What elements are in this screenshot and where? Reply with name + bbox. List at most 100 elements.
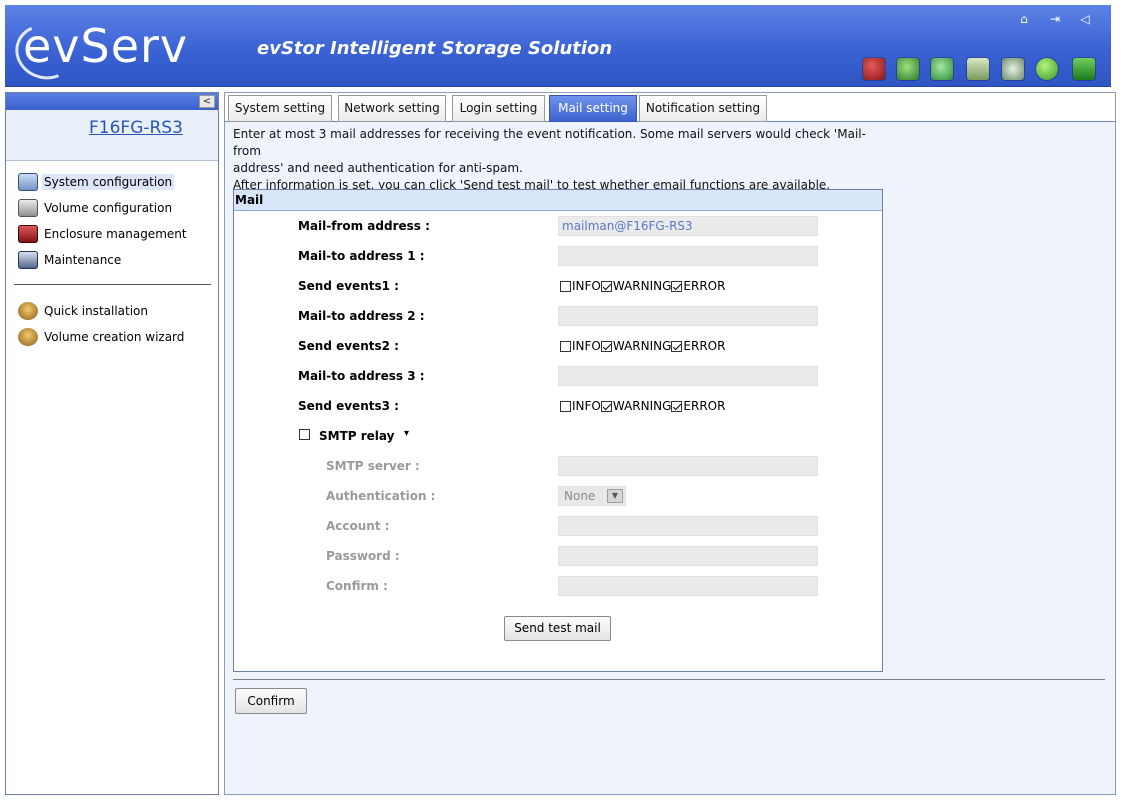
mail-section-title: Mail: [234, 190, 882, 211]
enclosure-icon: [18, 225, 38, 243]
sidebar-header: <: [6, 93, 218, 110]
intro-line-2: address' and need authentication for ant…: [233, 161, 523, 175]
maintenance-icon: [18, 251, 38, 269]
events-2-info-label: INFO: [572, 339, 601, 353]
recycle-icon[interactable]: [931, 58, 953, 80]
send-events-2-options: INFO WARNING ERROR: [560, 339, 725, 353]
disk-icon[interactable]: [967, 58, 989, 80]
mail-to-1-field[interactable]: [558, 246, 818, 266]
mail-from-field[interactable]: [558, 216, 818, 236]
send-test-mail-button[interactable]: Send test mail: [504, 616, 611, 641]
app-header: evServ evStor Intelligent Storage Soluti…: [5, 5, 1111, 88]
sidebar-item-label: Volume creation wizard: [44, 330, 185, 344]
sidebar-item-volume-creation-wizard[interactable]: Volume creation wizard: [18, 327, 186, 347]
events-2-info-checkbox[interactable]: [560, 340, 571, 352]
password-field[interactable]: [558, 546, 818, 566]
events-2-warning-label: WARNING: [612, 339, 672, 353]
volume-config-icon: [18, 199, 38, 217]
sidebar-item-label: Maintenance: [44, 253, 122, 267]
events-1-info-label: INFO: [572, 279, 601, 293]
fan-icon[interactable]: [1002, 58, 1024, 80]
quick-install-icon: [18, 302, 38, 320]
sidebar-item-label: Quick installation: [44, 304, 149, 318]
sidebar-item-label: System configuration: [42, 174, 175, 190]
sidebar-item-volume-configuration[interactable]: Volume configuration: [18, 198, 174, 218]
wizard-icon: [18, 328, 38, 346]
events-3-error-checkbox[interactable]: [671, 400, 683, 412]
send-events-2-label: Send events2 :: [298, 339, 399, 353]
device-box: F16FG-RS3: [6, 110, 218, 161]
sidebar-item-enclosure-management[interactable]: Enclosure management: [18, 224, 189, 244]
sidebar-item-label: Enclosure management: [44, 227, 187, 241]
smtp-relay-expand-icon[interactable]: ▾: [404, 428, 409, 439]
events-3-warning-checkbox[interactable]: [600, 400, 612, 412]
sound-icon[interactable]: ◁: [1078, 12, 1092, 26]
tab-system-setting[interactable]: System setting: [228, 95, 332, 122]
mail-section: Mail Mail-from address : Mail-to address…: [233, 189, 883, 672]
intro-line-1: Enter at most 3 mail addresses for recei…: [233, 127, 866, 158]
sidebar: < F16FG-RS3 System configuration Volume …: [5, 92, 219, 795]
sidebar-item-label: Volume configuration: [44, 201, 173, 215]
logout-icon[interactable]: ⇥: [1048, 12, 1062, 26]
intro-text: Enter at most 3 mail addresses for recei…: [233, 126, 873, 194]
events-3-info-checkbox[interactable]: [560, 400, 571, 412]
mail-to-2-label: Mail-to address 2 :: [298, 309, 425, 323]
events-2-warning-checkbox[interactable]: [600, 340, 612, 352]
events-1-warning-label: WARNING: [612, 279, 672, 293]
events-1-error-checkbox[interactable]: [671, 280, 683, 292]
account-label: Account :: [326, 519, 390, 533]
send-events-3-options: INFO WARNING ERROR: [560, 399, 725, 413]
device-name-link[interactable]: F16FG-RS3: [89, 118, 183, 138]
events-2-error-checkbox[interactable]: [671, 340, 683, 352]
home-icon[interactable]: ⌂: [1017, 12, 1031, 26]
smtp-server-label: SMTP server :: [326, 459, 420, 473]
confirm-button[interactable]: Confirm: [235, 688, 307, 714]
confirm-password-label: Confirm :: [326, 579, 388, 593]
authentication-value: None: [564, 489, 596, 503]
mail-to-1-label: Mail-to address 1 :: [298, 249, 425, 263]
send-events-1-label: Send events1 :: [298, 279, 399, 293]
mail-to-3-label: Mail-to address 3 :: [298, 369, 425, 383]
storage-warning-icon[interactable]: [863, 58, 885, 80]
account-field[interactable]: [558, 516, 818, 536]
divider-line: [233, 679, 1105, 680]
authentication-select[interactable]: None ▼: [558, 486, 626, 506]
tab-notification-setting[interactable]: Notification setting: [639, 95, 767, 122]
tab-login-setting[interactable]: Login setting: [452, 95, 545, 122]
smtp-relay-checkbox[interactable]: [299, 429, 310, 440]
sidebar-item-system-configuration[interactable]: System configuration: [18, 172, 175, 192]
confirm-password-field[interactable]: [558, 576, 818, 596]
mail-to-2-field[interactable]: [558, 306, 818, 326]
system-config-icon: [18, 173, 38, 191]
events-1-error-label: ERROR: [683, 279, 726, 293]
send-events-3-label: Send events3 :: [298, 399, 399, 413]
mail-from-label: Mail-from address :: [298, 219, 430, 233]
smtp-server-field[interactable]: [558, 456, 818, 476]
logo-text: evServ: [23, 19, 189, 73]
power-icon[interactable]: [1036, 58, 1058, 80]
smtp-relay-label: SMTP relay: [319, 429, 395, 443]
tab-mail-setting[interactable]: Mail setting: [549, 95, 637, 122]
app-title: evStor Intelligent Storage Solution: [257, 38, 613, 59]
main-panel: System setting Network setting Login set…: [224, 92, 1116, 795]
events-1-info-checkbox[interactable]: [560, 280, 571, 292]
evserv-logo: evServ: [7, 16, 230, 88]
bottle-icon[interactable]: [897, 58, 919, 80]
chevron-down-icon: ▼: [607, 489, 623, 503]
sidebar-item-quick-installation[interactable]: Quick installation: [18, 301, 150, 321]
chip-icon[interactable]: [1073, 58, 1095, 80]
events-3-error-label: ERROR: [683, 399, 726, 413]
send-events-1-options: INFO WARNING ERROR: [560, 279, 725, 293]
events-1-warning-checkbox[interactable]: [600, 280, 612, 292]
events-3-warning-label: WARNING: [612, 399, 672, 413]
sidebar-divider: [14, 284, 211, 285]
tab-bar: System setting Network setting Login set…: [225, 93, 1115, 122]
events-3-info-label: INFO: [572, 399, 601, 413]
tab-network-setting[interactable]: Network setting: [338, 95, 446, 122]
mail-to-3-field[interactable]: [558, 366, 818, 386]
authentication-label: Authentication :: [326, 489, 436, 503]
events-2-error-label: ERROR: [683, 339, 726, 353]
password-label: Password :: [326, 549, 400, 563]
sidebar-item-maintenance[interactable]: Maintenance: [18, 250, 123, 270]
collapse-sidebar-button[interactable]: <: [199, 95, 215, 108]
